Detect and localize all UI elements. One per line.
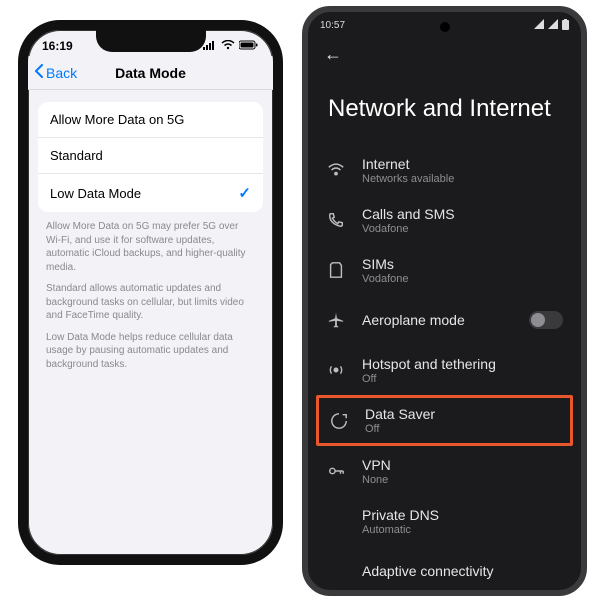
iphone-notch <box>96 30 206 52</box>
option-label: Low Data Mode <box>50 186 141 201</box>
airplane-icon <box>326 310 346 330</box>
item-subtitle: Off <box>362 373 563 385</box>
item-subtitle: Vodafone <box>362 223 563 235</box>
android-camera-punch <box>440 22 450 32</box>
signal-icon <box>534 19 544 32</box>
desc-paragraph: Standard allows automatic updates and ba… <box>46 282 255 323</box>
checkmark-icon: ✓ <box>238 184 251 202</box>
settings-item-sims[interactable]: SIMs Vodafone <box>308 245 581 295</box>
ios-status-right <box>203 39 259 53</box>
item-title: Adaptive connectivity <box>362 563 563 579</box>
data-saver-icon <box>329 411 349 431</box>
option-label: Standard <box>50 148 103 163</box>
item-title: VPN <box>362 457 563 473</box>
page-heading: Network and Internet <box>308 65 581 145</box>
option-allow-more-5g[interactable]: Allow More Data on 5G <box>38 102 263 138</box>
android-time: 10:57 <box>320 20 345 31</box>
item-subtitle: None <box>362 474 563 486</box>
item-title: SIMs <box>362 256 563 272</box>
hotspot-icon <box>326 360 346 380</box>
battery-icon <box>239 39 259 53</box>
battery-icon <box>562 19 569 33</box>
settings-item-aeroplane[interactable]: Aeroplane mode <box>308 295 581 345</box>
item-subtitle: Networks available <box>362 173 563 185</box>
settings-item-vpn[interactable]: VPN None <box>308 446 581 496</box>
settings-item-hotspot[interactable]: Hotspot and tethering Off <box>308 345 581 395</box>
signal-icon <box>548 19 558 32</box>
desc-paragraph: Low Data Mode helps reduce cellular data… <box>46 331 255 372</box>
android-back-button[interactable]: ← <box>308 34 581 65</box>
wifi-icon <box>326 160 346 180</box>
ios-nav-bar: Back Data Mode <box>28 56 273 90</box>
item-subtitle: Off <box>365 423 560 435</box>
settings-item-internet[interactable]: Internet Networks available <box>308 145 581 195</box>
highlight-box: Data Saver Off <box>316 395 573 446</box>
item-title: Internet <box>362 156 563 172</box>
signal-icon <box>203 39 217 53</box>
android-status-right <box>534 19 569 33</box>
arrow-left-icon: ← <box>324 44 342 64</box>
aeroplane-toggle[interactable] <box>529 311 563 329</box>
settings-item-private-dns[interactable]: Private DNS Automatic <box>308 496 581 546</box>
option-label: Allow More Data on 5G <box>50 112 184 127</box>
option-low-data-mode[interactable]: Low Data Mode ✓ <box>38 174 263 212</box>
wifi-icon <box>221 39 235 53</box>
sim-icon <box>326 260 346 280</box>
option-standard[interactable]: Standard <box>38 138 263 174</box>
item-title: Hotspot and tethering <box>362 356 563 372</box>
key-icon <box>326 461 346 481</box>
page-title: Data Mode <box>28 65 273 81</box>
item-subtitle: Vodafone <box>362 273 563 285</box>
item-subtitle: Automatic <box>362 524 563 536</box>
ios-time: 16:19 <box>42 39 73 53</box>
android-frame: 10:57 ← Network and Internet <box>302 6 587 596</box>
item-title: Calls and SMS <box>362 206 563 222</box>
settings-item-calls-sms[interactable]: Calls and SMS Vodafone <box>308 195 581 245</box>
phone-icon <box>326 210 346 230</box>
iphone-frame: 16:19 Back Data Mode <box>18 20 283 565</box>
item-title: Data Saver <box>365 406 560 422</box>
data-mode-options: Allow More Data on 5G Standard Low Data … <box>38 102 263 212</box>
item-title: Aeroplane mode <box>362 312 513 328</box>
options-description: Allow More Data on 5G may prefer 5G over… <box>46 220 255 371</box>
settings-item-adaptive[interactable]: Adaptive connectivity <box>308 546 581 596</box>
settings-item-data-saver[interactable]: Data Saver Off <box>327 406 560 435</box>
desc-paragraph: Allow More Data on 5G may prefer 5G over… <box>46 220 255 274</box>
item-title: Private DNS <box>362 507 563 523</box>
